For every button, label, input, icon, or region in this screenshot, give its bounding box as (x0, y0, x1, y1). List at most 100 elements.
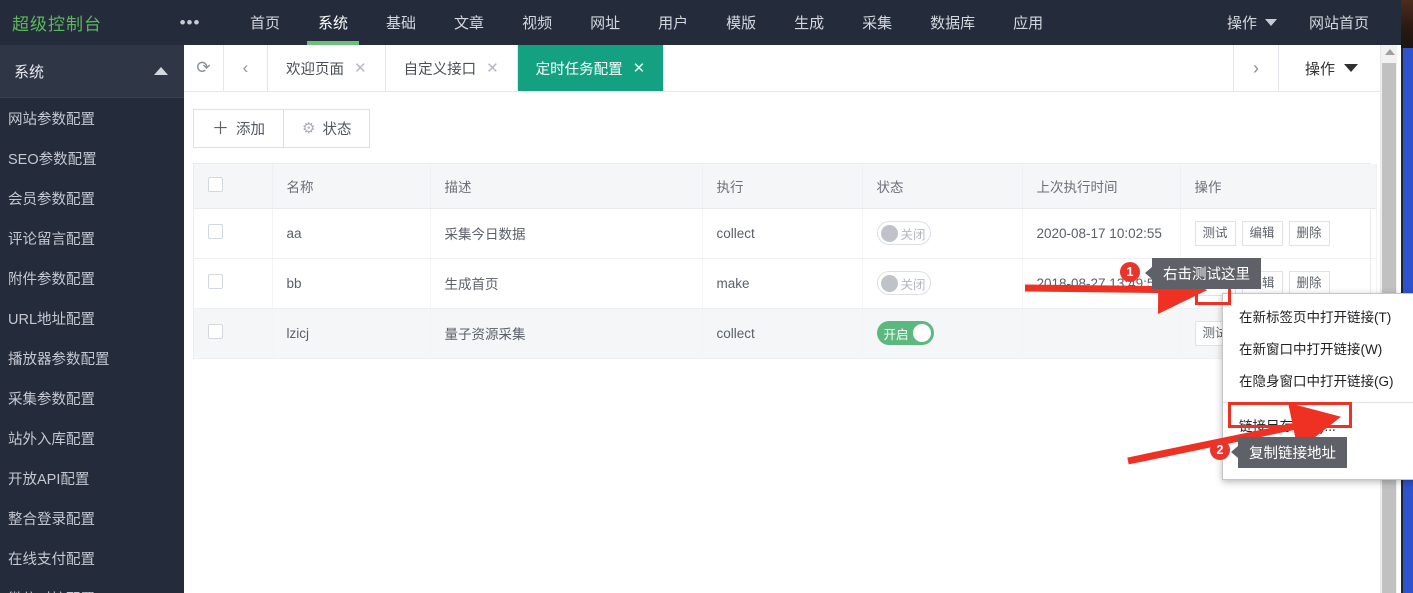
sidebar-item-comment-config[interactable]: 评论留言配置 (0, 218, 184, 258)
nav-item-url[interactable]: 网址 (571, 0, 639, 45)
sidebar-item-attachment-params[interactable]: 附件参数配置 (0, 258, 184, 298)
sidebar-title: 系统 (14, 61, 44, 82)
sidebar-item-member-params[interactable]: 会员参数配置 (0, 178, 184, 218)
cell-operations: 测试 编辑 删除 (1180, 209, 1376, 259)
tab-label: 定时任务配置 (536, 58, 623, 79)
sidebar-item-player-params[interactable]: 播放器参数配置 (0, 338, 184, 378)
close-icon[interactable]: ✕ (633, 59, 646, 77)
content-toolbar: ＋ 添加 ⚙ 状态 (184, 92, 1380, 148)
table-row[interactable]: aa 采集今日数据 collect 关闭 2020-08-17 10:02:55 (194, 209, 1376, 259)
toggle-knob (881, 275, 898, 292)
sidebar-item-online-payment[interactable]: 在线支付配置 (0, 538, 184, 578)
sidebar-item-open-api[interactable]: 开放API配置 (0, 458, 184, 498)
add-button-label: 添加 (236, 118, 265, 139)
cell-desc: 生成首页 (430, 258, 702, 308)
delete-button[interactable]: 删除 (1289, 221, 1330, 246)
tab-operations-label: 操作 (1305, 58, 1335, 79)
sidebar-item-unified-login[interactable]: 整合登录配置 (0, 498, 184, 538)
row-action-buttons: 测试 编辑 删除 (1195, 221, 1376, 246)
cell-exec: make (702, 258, 862, 308)
row-select-cell (194, 308, 272, 358)
cell-name: bb (272, 258, 430, 308)
table-head: 名称 描述 执行 状态 上次执行时间 操作 (194, 164, 1376, 209)
close-icon[interactable]: ✕ (486, 59, 499, 77)
add-button[interactable]: ＋ 添加 (193, 109, 284, 148)
nav-item-app[interactable]: 应用 (994, 0, 1062, 45)
status-button-label: 状态 (322, 118, 351, 139)
status-toggle[interactable]: 关闭 (877, 271, 931, 295)
sidebar-item-collect-params[interactable]: 采集参数配置 (0, 378, 184, 418)
top-nav-right: 操作 网站首页 (1211, 0, 1401, 45)
column-header-state: 状态 (862, 164, 1022, 209)
nav-item-generate[interactable]: 生成 (775, 0, 843, 45)
ctx-open-in-new-tab[interactable]: 在新标签页中打开链接(T) (1223, 300, 1413, 332)
chevron-down-icon (1344, 64, 1358, 72)
tab-operations-menu[interactable]: 操作 (1278, 45, 1380, 91)
row-select-cell (194, 258, 272, 308)
cell-name: aa (272, 209, 430, 259)
row-select-cell (194, 209, 272, 259)
nav-operations-menu[interactable]: 操作 (1211, 12, 1293, 33)
toggle-label: 关闭 (901, 274, 926, 293)
row-checkbox[interactable] (208, 274, 223, 289)
caret-up-icon[interactable] (154, 67, 168, 75)
nav-item-home[interactable]: 首页 (231, 0, 299, 45)
tab-custom-interface[interactable]: 自定义接口 ✕ (386, 45, 518, 91)
sidebar-item-url-config[interactable]: URL地址配置 (0, 298, 184, 338)
nav-item-collect[interactable]: 采集 (843, 0, 911, 45)
nav-site-home-link[interactable]: 网站首页 (1293, 12, 1385, 33)
tab-welcome-page[interactable]: 欢迎页面 ✕ (268, 45, 386, 91)
top-nav-items: 首页 系统 基础 文章 视频 网址 用户 模版 生成 采集 数据库 应用 (231, 0, 1062, 45)
tab-scheduled-task-config[interactable]: 定时任务配置 ✕ (518, 45, 665, 91)
nav-item-basic[interactable]: 基础 (367, 0, 435, 45)
scroll-up-icon[interactable] (1385, 49, 1395, 55)
row-checkbox[interactable] (208, 224, 223, 239)
column-header-desc: 描述 (430, 164, 702, 209)
sidebar-item-external-import[interactable]: 站外入库配置 (0, 418, 184, 458)
status-button[interactable]: ⚙ 状态 (283, 109, 370, 148)
toggle-label: 关闭 (901, 224, 926, 243)
cell-name: lzicj (272, 308, 430, 358)
test-button[interactable]: 测试 (1195, 221, 1236, 246)
chevron-down-icon (1265, 19, 1277, 26)
cell-last-time (1022, 308, 1180, 358)
app-root: 超级控制台 ••• 首页 系统 基础 文章 视频 网址 用户 模版 生成 采集 … (0, 0, 1413, 593)
sidebar-item-site-params[interactable]: 网站参数配置 (0, 98, 184, 138)
tab-label: 自定义接口 (404, 58, 477, 79)
cell-state: 开启 (862, 308, 1022, 358)
sidebar-item-wechat-config[interactable]: 微信对接配置 (0, 578, 184, 593)
ctx-open-in-new-window[interactable]: 在新窗口中打开链接(W) (1223, 332, 1413, 364)
sidebar-item-seo-params[interactable]: SEO参数配置 (0, 138, 184, 178)
nav-item-article[interactable]: 文章 (435, 0, 503, 45)
nav-item-system[interactable]: 系统 (299, 0, 367, 45)
sidebar-header[interactable]: 系统 (0, 45, 184, 98)
nav-item-template[interactable]: 模版 (707, 0, 775, 45)
edit-button[interactable]: 编辑 (1242, 221, 1283, 246)
annotation-badge-2: 2 (1210, 440, 1230, 460)
cell-desc: 采集今日数据 (430, 209, 702, 259)
status-toggle[interactable]: 关闭 (877, 221, 931, 245)
cell-state: 关闭 (862, 209, 1022, 259)
cell-desc: 量子资源采集 (430, 308, 702, 358)
nav-item-database[interactable]: 数据库 (911, 0, 994, 45)
row-checkbox[interactable] (208, 324, 223, 339)
nav-item-video[interactable]: 视频 (503, 0, 571, 45)
chevron-left-icon[interactable]: ‹ (224, 45, 268, 91)
nav-operations-label: 操作 (1227, 12, 1257, 33)
annotation-badge-1: 1 (1120, 262, 1140, 282)
plus-icon: ＋ (212, 120, 229, 137)
cell-exec: collect (702, 308, 862, 358)
gear-icon: ⚙ (302, 121, 315, 136)
nav-item-user[interactable]: 用户 (639, 0, 707, 45)
app-brand: 超级控制台 (0, 0, 155, 45)
more-menu-icon[interactable]: ••• (167, 0, 213, 45)
ctx-open-in-incognito[interactable]: 在隐身窗口中打开链接(G) (1223, 364, 1413, 396)
close-icon[interactable]: ✕ (354, 59, 367, 77)
sidebar: 系统 网站参数配置 SEO参数配置 会员参数配置 评论留言配置 附件参数配置 U… (0, 45, 184, 593)
chevron-right-icon[interactable]: › (1233, 45, 1278, 91)
select-all-checkbox[interactable] (208, 177, 223, 192)
status-toggle[interactable]: 开启 (877, 321, 934, 345)
toggle-knob (881, 225, 898, 242)
refresh-icon[interactable]: ⟳ (184, 45, 224, 91)
table-row[interactable]: lzicj 量子资源采集 collect 开启 测试 (194, 308, 1376, 358)
